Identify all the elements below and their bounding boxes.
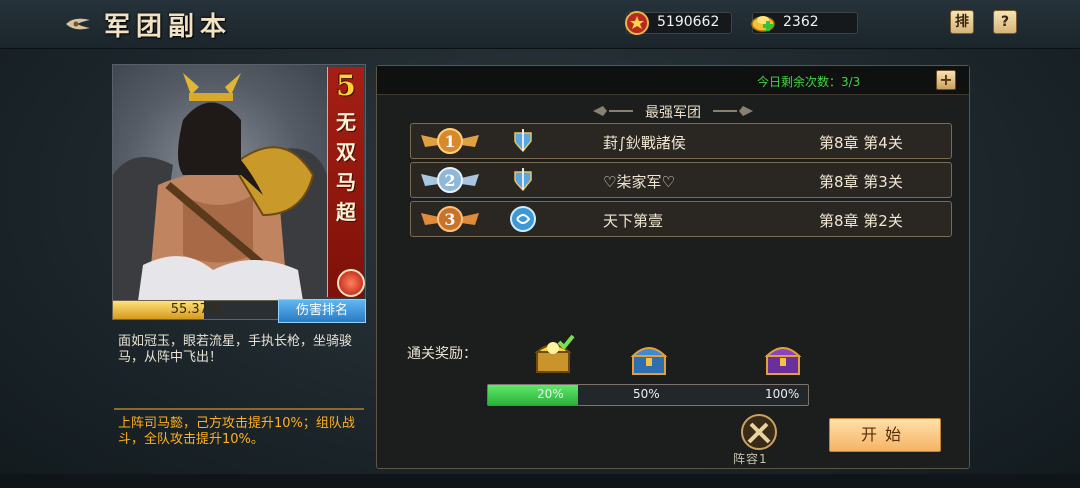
ranking-button[interactable]: 排: [950, 10, 974, 34]
sword-shield-icon: [514, 129, 532, 153]
gold-box[interactable]: 2362: [749, 9, 858, 37]
hero-bonus-text: 上阵司马懿，己方攻击提升10%；组队战斗，全队攻击提升10%。: [118, 416, 355, 447]
boss-illustration: [113, 73, 327, 301]
page-title: 军团副本: [104, 12, 233, 42]
reward-label: 通关奖励：: [407, 346, 477, 362]
rank-number: 2: [444, 171, 455, 190]
reward-mark-100: 100%: [765, 387, 800, 401]
back-icon[interactable]: [64, 15, 92, 33]
add-attempts-button[interactable]: +: [936, 70, 956, 90]
reward-progress-fill: [488, 385, 578, 405]
guild-name: ♡柒家军♡: [603, 173, 675, 191]
boss-portrait: 5 无双马超: [112, 64, 366, 302]
guild-name: 天下第壹: [603, 212, 664, 230]
blue-chest-icon[interactable]: [627, 336, 671, 380]
rank-1-medal-icon: 1: [421, 128, 479, 154]
damage-progress-text: 55.37%: [170, 302, 221, 317]
section-title: 最强军团: [645, 105, 701, 121]
remaining-attempts: 今日剩余次数：3/3: [757, 75, 861, 89]
reward-mark-50: 50%: [633, 387, 660, 401]
bottom-bar: [0, 474, 1080, 488]
damage-progress-bar: 55.37%: [112, 300, 279, 320]
guild-stage: 第8章 第4关: [819, 134, 903, 152]
ranking-row[interactable]: 3 天下第壹 第8章 第2关: [410, 201, 952, 237]
lineup-label: 阵容1: [733, 452, 768, 466]
panel-header: 今日剩余次数：3/3 +: [377, 66, 969, 95]
hero-name: 无双马超: [336, 110, 356, 224]
hero-name-banner: 5 无双马超: [327, 67, 364, 297]
rank-number: 1: [444, 132, 455, 151]
damage-rank-button[interactable]: 伤害排名: [278, 299, 366, 323]
gold-value: 2362: [783, 14, 819, 30]
rank-points-value: 5190662: [657, 14, 720, 30]
guild-stage: 第8章 第2关: [819, 212, 903, 230]
ornament-right-icon: [713, 106, 753, 116]
gold-chest-claimed-icon[interactable]: [531, 334, 575, 378]
ranking-panel: 今日剩余次数：3/3 + 最强军团 1 葑∫鈥戰諸侯 第8章 第4关 2 ♡柒家…: [376, 65, 970, 469]
guild-name: 葑∫鈥戰諸侯: [603, 134, 686, 152]
purple-chest-icon[interactable]: [761, 336, 805, 380]
top-bar: 军团副本 5190662 2362 排 ?: [0, 0, 1080, 49]
hero-rank-number: 5: [336, 69, 356, 102]
help-button[interactable]: ?: [993, 10, 1017, 34]
hero-description: 面如冠玉，眼若流星，手执长枪，坐骑骏马，从阵中飞出！: [118, 334, 353, 365]
swirl-emblem-icon: [510, 206, 536, 232]
rank-points-box: 5190662: [625, 11, 732, 35]
sword-shield-icon: [514, 168, 532, 192]
rank-number: 3: [444, 210, 455, 229]
rank-2-medal-icon: 2: [421, 167, 479, 193]
rank-medal-icon: [625, 11, 649, 35]
guild-stage: 第8章 第3关: [819, 173, 903, 191]
reward-mark-20: 20%: [537, 387, 564, 401]
skill-icon[interactable]: [337, 269, 365, 297]
gold-ingot-plus-icon[interactable]: [749, 9, 777, 37]
divider: [114, 408, 364, 410]
start-button[interactable]: 开始: [829, 418, 941, 452]
ranking-row[interactable]: 1 葑∫鈥戰諸侯 第8章 第4关: [410, 123, 952, 159]
ranking-row[interactable]: 2 ♡柒家军♡ 第8章 第3关: [410, 162, 952, 198]
rank-3-medal-icon: 3: [421, 206, 479, 232]
